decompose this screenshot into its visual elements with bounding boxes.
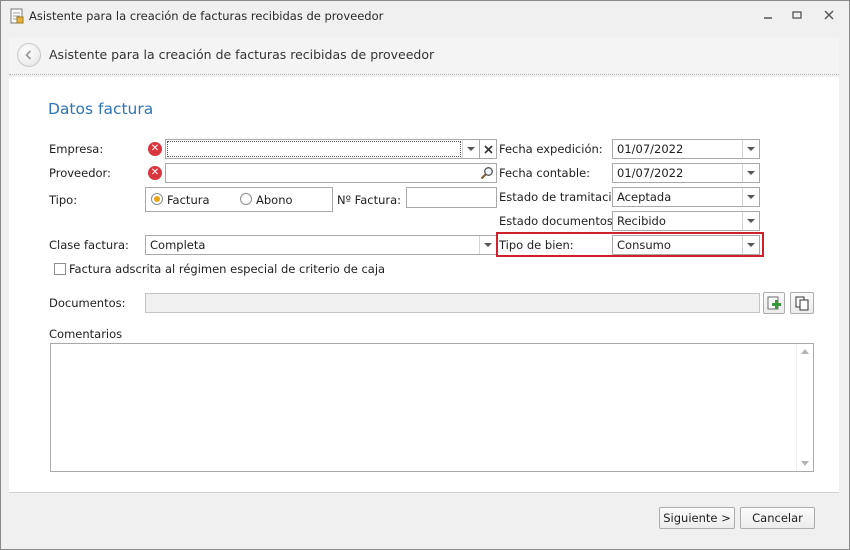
proveedor-label: Proveedor: (49, 166, 111, 180)
estado-tramitacion-dropdown[interactable]: Aceptada (612, 187, 760, 207)
factura-radio-label[interactable]: Factura (167, 193, 210, 207)
chevron-down-icon[interactable] (742, 236, 759, 254)
documentos-field (145, 293, 760, 313)
scroll-up-icon[interactable] (801, 349, 809, 354)
tipo-label: Tipo: (49, 193, 78, 207)
header-title: Asistente para la creación de facturas r… (49, 47, 435, 62)
clear-icon[interactable] (480, 139, 497, 159)
focus-outline (167, 141, 461, 157)
add-document-button[interactable] (763, 292, 785, 314)
add-document-icon (767, 296, 781, 310)
window-title: Asistente para la creación de facturas r… (29, 9, 384, 23)
chevron-down-icon[interactable] (479, 236, 496, 254)
clase-factura-label: Clase factura: (49, 238, 129, 252)
fecha-expedicion-label: Fecha expedición: (499, 142, 603, 156)
num-factura-input[interactable] (406, 187, 497, 208)
estado-documentos-value: Recibido (617, 214, 666, 228)
documentos-label: Documentos: (49, 296, 126, 310)
tipo-bien-label: Tipo de bien: (499, 238, 574, 252)
abono-radio-label[interactable]: Abono (256, 193, 293, 207)
copy-icon (795, 296, 809, 311)
next-button[interactable]: Siguiente > (659, 507, 735, 529)
chevron-down-icon[interactable] (742, 140, 759, 158)
clase-factura-value: Completa (150, 238, 206, 252)
estado-documentos-label: Estado documentos: (499, 214, 617, 228)
num-factura-label: Nº Factura: (337, 193, 402, 207)
estado-tramitacion-value: Aceptada (617, 190, 672, 204)
comentarios-label: Comentarios (49, 327, 123, 341)
chevron-down-icon[interactable] (742, 212, 759, 230)
section-title: Datos factura (48, 100, 154, 118)
tipo-bien-value: Consumo (617, 238, 671, 252)
empresa-label: Empresa: (49, 142, 104, 156)
back-arrow-icon[interactable] (17, 43, 41, 67)
fecha-expedicion-dropdown[interactable]: 01/07/2022 (612, 139, 760, 159)
chevron-down-icon[interactable] (742, 188, 759, 206)
restore-icon[interactable] (788, 7, 806, 23)
scroll-down-icon[interactable] (801, 461, 809, 466)
estado-tramitacion-label: Estado de tramitación: (499, 190, 630, 204)
criterio-caja-label[interactable]: Factura adscrita al régimen especial de … (69, 262, 385, 276)
vertical-scrollbar[interactable] (796, 344, 813, 471)
criterio-caja-checkbox[interactable] (54, 263, 66, 275)
error-icon: ✕ (148, 142, 162, 156)
fecha-contable-label: Fecha contable: (499, 166, 591, 180)
chevron-down-icon[interactable] (462, 140, 479, 158)
proveedor-field[interactable] (165, 163, 497, 183)
estado-documentos-dropdown[interactable]: Recibido (612, 211, 760, 231)
fecha-contable-value: 01/07/2022 (617, 166, 684, 180)
chevron-down-icon[interactable] (742, 164, 759, 182)
search-icon[interactable] (480, 166, 494, 180)
copy-document-button[interactable] (790, 292, 814, 314)
close-icon[interactable] (820, 7, 838, 23)
cancel-button[interactable]: Cancelar (740, 507, 815, 529)
clase-factura-dropdown[interactable]: Completa (145, 235, 497, 255)
factura-radio[interactable] (151, 193, 163, 205)
document-app-icon (10, 8, 24, 24)
fecha-contable-dropdown[interactable]: 01/07/2022 (612, 163, 760, 183)
error-icon: ✕ (148, 166, 162, 180)
abono-radio[interactable] (240, 193, 252, 205)
tipo-bien-dropdown[interactable]: Consumo (612, 235, 760, 255)
empresa-dropdown[interactable] (165, 139, 480, 159)
comentarios-textarea[interactable] (50, 343, 814, 472)
footer-divider (9, 492, 839, 493)
fecha-expedicion-value: 01/07/2022 (617, 142, 684, 156)
minimize-icon[interactable] (759, 7, 777, 23)
